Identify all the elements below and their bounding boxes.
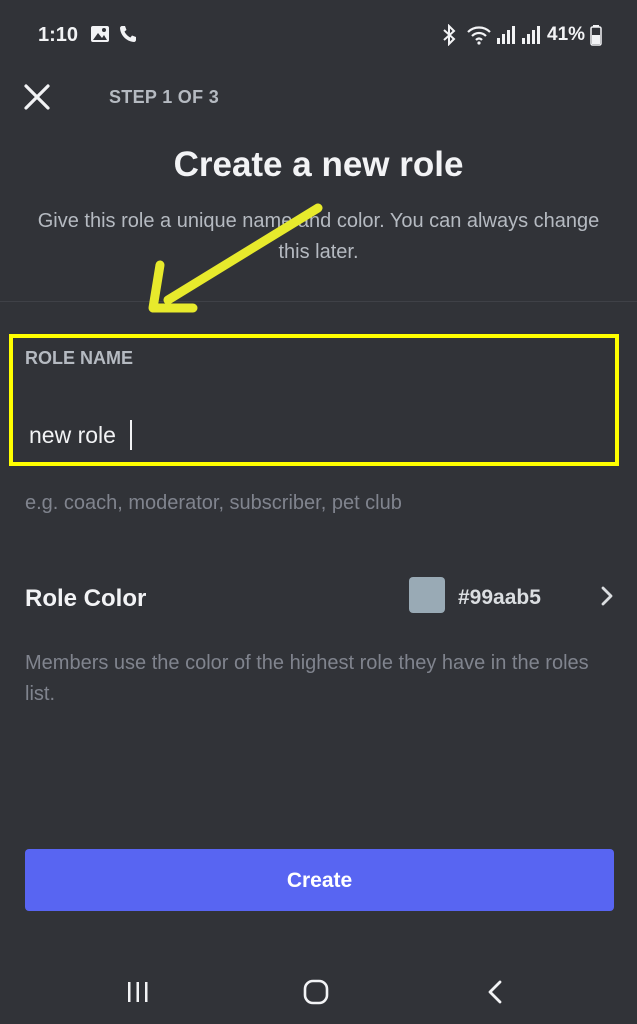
battery-level: 41% [547,24,586,45]
close-icon[interactable] [20,80,54,114]
role-color-label: Role Color [25,585,147,612]
system-nav-bar [0,960,637,1024]
color-hex-value: #99aab5 [458,586,541,609]
wifi-icon [467,26,491,45]
role-color-row[interactable]: Role Color #99aab5 [0,565,637,631]
bluetooth-icon [443,24,456,46]
status-time: 1:10 [38,24,79,46]
gallery-icon [91,26,109,42]
role-name-helper: e.g. coach, moderator, subscriber, pet c… [25,492,402,514]
signal-icon-2 [522,26,540,44]
role-name-label: ROLE NAME [25,348,133,368]
signal-icon [497,26,515,44]
status-bar: 1:10 41% [0,0,637,72]
phone-icon [120,26,136,42]
text-cursor [130,420,132,450]
step-indicator: STEP 1 OF 3 [109,87,220,107]
back-icon[interactable] [484,978,508,1006]
home-icon[interactable] [302,978,330,1006]
chevron-right-icon [601,586,613,606]
color-swatch [409,577,445,613]
create-button[interactable]: Create [25,849,614,911]
page-subtitle: Give this role a unique name and color. … [37,210,600,263]
role-name-input[interactable] [29,418,599,452]
page-title: Create a new role [173,145,464,184]
recent-apps-icon[interactable] [124,978,152,1006]
role-color-description: Members use the color of the highest rol… [25,652,589,705]
divider [0,301,637,302]
battery-icon [590,25,602,46]
